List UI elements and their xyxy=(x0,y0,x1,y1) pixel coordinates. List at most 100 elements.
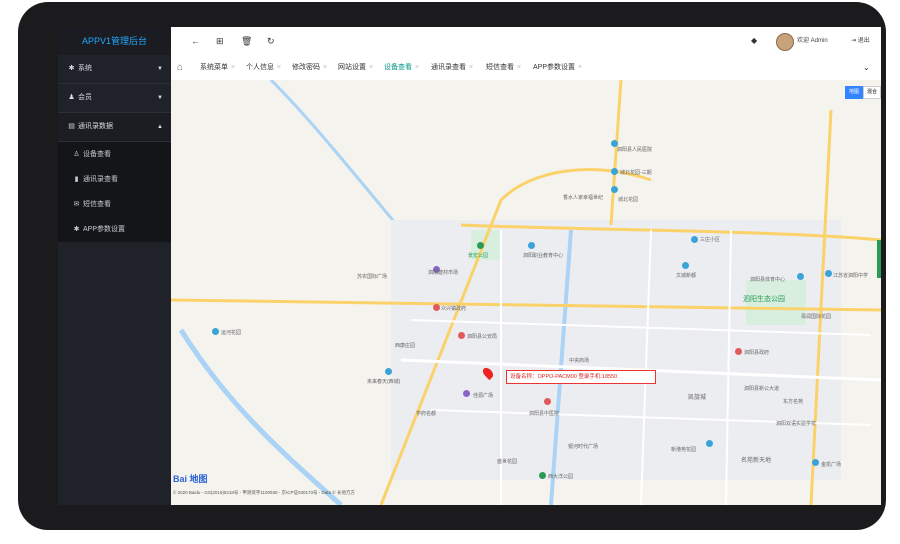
sidebar-subitem-app-settings[interactable]: ✱ APP参数设置 xyxy=(58,217,171,242)
poi-marker[interactable] xyxy=(735,348,742,355)
poi-marker[interactable] xyxy=(682,262,689,269)
poi-marker[interactable] xyxy=(611,186,618,193)
gear-icon: ✱ xyxy=(73,226,80,233)
poi-marker[interactable] xyxy=(797,273,804,280)
screen: APPV1管理后台 ✱ 系统 ▼ ♟ 会员 ▼ ▤ 通讯录数据 ▲ ♙ 设备查看 ▮ 通讯… xyxy=(58,27,881,505)
poi-marker[interactable] xyxy=(691,236,698,243)
place-label: 东方名苑 xyxy=(783,399,804,405)
sidebar-item-system[interactable]: ✱ 系统 ▼ xyxy=(58,55,171,84)
sidebar-item-label: 会员 xyxy=(78,94,92,101)
home-icon[interactable]: ⌂ xyxy=(177,55,183,80)
device-frame: APPV1管理后台 ✱ 系统 ▼ ♟ 会员 ▼ ▤ 通讯录数据 ▲ ♙ 设备查看 ▮ 通讯… xyxy=(18,2,886,530)
poi-marker[interactable] xyxy=(611,168,618,175)
subitem-label: 设备查看 xyxy=(83,151,111,158)
place-label: 盛世花园 xyxy=(497,459,518,465)
close-icon[interactable]: × xyxy=(517,64,521,71)
expand-icon[interactable]: ⊞ xyxy=(216,27,224,55)
logout-icon: ⇥ xyxy=(851,38,858,44)
place-label: 香水人家幸福世纪 xyxy=(563,195,604,201)
poi-marker[interactable] xyxy=(458,332,465,339)
place-label: 泗阳县政府 xyxy=(744,350,770,356)
device-info-label[interactable]: 设备名称：OPPO-PACM00 登录手机:18550 xyxy=(506,370,656,384)
sidebar-item-label: 系统 xyxy=(78,65,92,72)
tab-change-password[interactable]: 修改密码 × xyxy=(292,55,327,80)
logout-label: 退出 xyxy=(857,38,870,44)
poi-marker[interactable] xyxy=(812,459,819,466)
tag-icon[interactable]: ◆ xyxy=(751,27,757,55)
place-label: 金凯广场 xyxy=(821,462,842,468)
place-label: 新港苑花园 xyxy=(671,447,697,453)
sidebar-subitem-contacts[interactable]: ▮ 通讯录查看 xyxy=(58,167,171,192)
tab-profile[interactable]: 个人信息 × xyxy=(246,55,281,80)
top-header: ← ⊞ 🗑 ↻ ◆ 欢迎 Admin ⇥ 退出 xyxy=(171,27,881,56)
place-label: 泗阳县人民医院 xyxy=(617,147,653,153)
sidebar-item-members[interactable]: ♟ 会员 ▼ xyxy=(58,84,171,113)
poi-marker[interactable] xyxy=(825,270,832,277)
tab-label: APP参数设置 xyxy=(533,64,576,71)
trash-icon[interactable]: 🗑 xyxy=(241,27,252,55)
sidebar-subitem-devices[interactable]: ♙ 设备查看 xyxy=(58,142,171,167)
refresh-icon[interactable]: ↻ xyxy=(267,27,275,55)
logout-button[interactable]: ⇥ 退出 xyxy=(851,27,870,55)
subitem-label: 通讯录查看 xyxy=(83,176,118,183)
tab-app-settings[interactable]: APP参数设置 × xyxy=(533,55,582,80)
sidebar-subitem-sms[interactable]: ✉ 短信查看 xyxy=(58,192,171,217)
place-label: 泗阳县中医院 xyxy=(529,411,560,417)
place-label: 泗阳职业教育中心 xyxy=(523,253,564,259)
poi-marker[interactable] xyxy=(477,242,484,249)
tab-site-settings[interactable]: 网站设置 × xyxy=(338,55,373,80)
tab-devices[interactable]: 设备查看 × xyxy=(384,55,419,80)
place-label: 文城新都 xyxy=(676,273,697,279)
map-copyright: © 2020 Baidu - GS(2019)5218号 - 甲测资字11009… xyxy=(173,490,355,495)
mail-icon: ✉ xyxy=(73,201,80,208)
poi-marker[interactable] xyxy=(212,328,219,335)
close-icon[interactable]: × xyxy=(369,64,373,71)
close-icon[interactable]: × xyxy=(231,64,235,71)
place-label: 泗阳双语实验学校 xyxy=(776,421,817,427)
welcome-text[interactable]: 欢迎 Admin xyxy=(797,27,828,55)
baidu-logo: Bai 地图 xyxy=(173,474,208,484)
place-label: 学府名都 xyxy=(416,411,437,417)
poi-marker[interactable] xyxy=(463,390,470,397)
chevron-up-icon: ▲ xyxy=(157,124,163,130)
poi-marker[interactable] xyxy=(706,440,713,447)
place-label: 名苑新天地 xyxy=(741,458,772,464)
place-label: 景宏公园 xyxy=(468,253,489,259)
map-view[interactable]: 地图 混合 泗阳县人民医院 城北花园-三期 香水人家幸福世纪 城北花园 三庄小区 … xyxy=(171,80,881,505)
chevron-down-icon: ▼ xyxy=(157,95,163,101)
place-label: 泗阳县新公大道 xyxy=(744,386,780,392)
poi-marker[interactable] xyxy=(544,398,551,405)
back-icon[interactable]: ← xyxy=(191,27,200,55)
close-icon[interactable]: × xyxy=(415,64,419,71)
poi-marker[interactable] xyxy=(433,304,440,311)
map-type-map[interactable]: 地图 xyxy=(844,86,863,99)
tab-label: 设备查看 xyxy=(384,64,412,71)
chevron-down-icon[interactable]: ⌄ xyxy=(863,55,870,80)
close-icon[interactable]: × xyxy=(323,64,327,71)
submenu: ♙ 设备查看 ▮ 通讯录查看 ✉ 短信查看 ✱ APP参数设置 xyxy=(58,142,171,242)
place-label: 中央商场 xyxy=(569,358,590,364)
gear-icon: ✱ xyxy=(68,65,75,72)
place-label: 西大洋公园 xyxy=(548,474,574,480)
sidebar: APPV1管理后台 ✱ 系统 ▼ ♟ 会员 ▼ ▤ 通讯录数据 ▲ ♙ 设备查看 ▮ 通讯… xyxy=(58,27,171,505)
avatar[interactable] xyxy=(776,33,794,51)
sidebar-item-contacts-data[interactable]: ▤ 通讯录数据 ▲ xyxy=(58,113,171,142)
poi-marker[interactable] xyxy=(528,242,535,249)
poi-marker[interactable] xyxy=(539,472,546,479)
tab-label: 通讯录查看 xyxy=(431,64,466,71)
side-handle[interactable] xyxy=(877,240,881,278)
place-label: 江苏省泗阳中学 xyxy=(833,273,869,279)
subitem-label: APP参数设置 xyxy=(83,226,126,233)
map-type-hybrid[interactable]: 混合 xyxy=(862,86,881,99)
close-icon[interactable]: × xyxy=(277,64,281,71)
tab-system-menu[interactable]: 系统菜单 × xyxy=(200,55,235,80)
place-label: 未来春天(西城) xyxy=(367,379,401,385)
place-label: 城北花园 xyxy=(618,197,639,203)
place-label: 泗阳生态公园 xyxy=(743,296,785,303)
close-icon[interactable]: × xyxy=(578,64,582,71)
tab-sms[interactable]: 短信查看 × xyxy=(486,55,521,80)
close-icon[interactable]: × xyxy=(469,64,473,71)
card-icon: ▤ xyxy=(68,123,75,130)
poi-marker[interactable] xyxy=(385,368,392,375)
tab-contacts[interactable]: 通讯录查看 × xyxy=(431,55,473,80)
